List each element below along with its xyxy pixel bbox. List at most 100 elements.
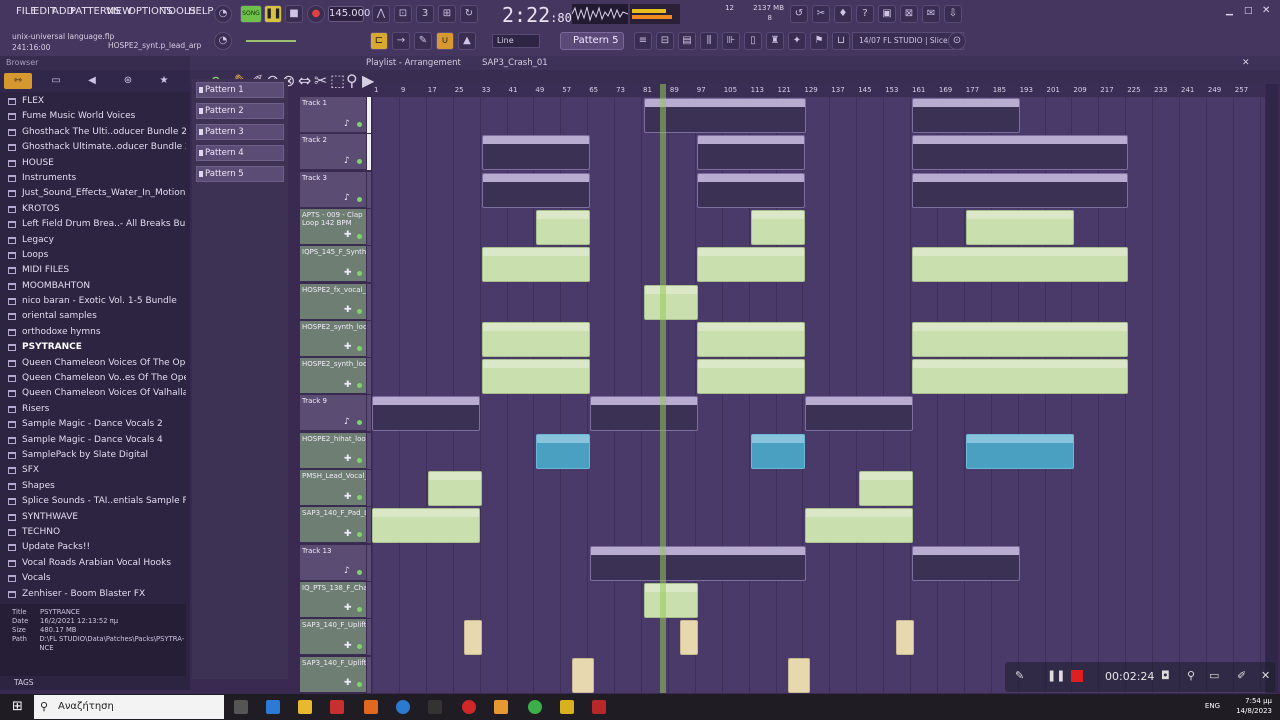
browser-online-tab[interactable]: ⊛ xyxy=(114,73,142,89)
playlist-breadcrumb[interactable]: SAP3_Crash_01 xyxy=(482,56,548,70)
track-mute-led[interactable] xyxy=(357,383,362,389)
chat-icon[interactable]: ✉ xyxy=(922,5,940,23)
track-header[interactable]: Track 1 ♪ xyxy=(300,97,366,133)
track-header[interactable]: HOSPE2_fx_vocal_loop_146_F_focus ✚ xyxy=(300,283,366,320)
pause-icon[interactable]: ❚❚ xyxy=(264,5,282,23)
close-icon[interactable]: ✕ xyxy=(1262,5,1270,16)
browser-item[interactable]: oriental samples xyxy=(0,309,186,324)
paint-icon[interactable]: ▲ xyxy=(458,32,476,50)
comment-icon[interactable]: ▭ xyxy=(1209,669,1219,682)
playlist-clip[interactable] xyxy=(644,582,698,618)
track-mute-led[interactable] xyxy=(357,345,362,351)
track-mode-icon[interactable]: ✚ xyxy=(344,492,352,502)
browser-item[interactable]: Fume Music World Voices xyxy=(0,109,186,124)
wait-input-icon[interactable]: ⊡ xyxy=(394,5,412,23)
chrome-icon[interactable] xyxy=(528,700,542,714)
track-selector[interactable] xyxy=(367,208,371,245)
track-mode-icon[interactable]: ♪ xyxy=(344,119,350,129)
playlist-clip[interactable] xyxy=(697,135,805,171)
playlist-clip[interactable] xyxy=(912,247,1128,283)
track-mute-led[interactable] xyxy=(357,420,362,426)
browser-item[interactable]: Risers xyxy=(0,402,186,417)
track-header[interactable]: SAP3_140_F_Uplifter_06 ✚ xyxy=(300,619,366,656)
playlist-clip[interactable] xyxy=(428,471,482,506)
track-selector[interactable] xyxy=(367,283,371,320)
track-mute-led[interactable] xyxy=(357,681,362,687)
arrangement-grid[interactable] xyxy=(372,97,1265,693)
track-mute-led[interactable] xyxy=(357,532,362,538)
sliders-icon[interactable]: ⊪ xyxy=(722,32,740,50)
magnifier-icon[interactable]: ⚲ xyxy=(1187,669,1195,682)
track-header[interactable]: IQ_PTS_138_F_Chant_Loop_03_(Wet) ✚ xyxy=(300,581,366,618)
magnet-icon[interactable]: ∪ xyxy=(436,32,454,50)
browser-all-tab[interactable]: ⇿ xyxy=(4,73,32,89)
download-icon[interactable]: ⇩ xyxy=(944,5,962,23)
browser-files-tab[interactable]: ▭ xyxy=(42,73,70,89)
playlist-clip[interactable] xyxy=(644,98,806,133)
browser-item[interactable]: SFX xyxy=(0,463,186,478)
playlist-clip[interactable] xyxy=(966,209,1074,245)
plugin-icon[interactable]: ♜ xyxy=(766,32,784,50)
track-header[interactable]: SAP3_140_F_Pad_Loop_15 ✚ xyxy=(300,507,366,544)
browser-item[interactable]: Update Packs!! xyxy=(0,540,186,555)
browser-item[interactable]: SamplePack by Slate Digital xyxy=(0,448,186,463)
browser-item[interactable]: PSYTRANCE xyxy=(0,340,186,355)
browser-item[interactable]: HOUSE xyxy=(0,156,186,171)
stop-icon[interactable]: ■ xyxy=(285,5,303,23)
track-selector[interactable] xyxy=(367,656,371,693)
fl-studio-taskbar-icon[interactable] xyxy=(494,700,508,714)
playlist-clip[interactable] xyxy=(751,209,805,245)
song-mode-button[interactable]: SONG xyxy=(240,5,262,23)
browser-item[interactable]: Left Field Drum Brea..- All Breaks Bundl… xyxy=(0,217,186,232)
playlist-clip[interactable] xyxy=(482,321,590,357)
language-indicator[interactable]: ENG xyxy=(1205,702,1220,710)
playlist-clip[interactable] xyxy=(482,247,590,283)
track-selector[interactable] xyxy=(367,320,371,357)
countdown-icon[interactable]: 3 xyxy=(416,5,434,23)
playlist-icon[interactable]: ≡ xyxy=(634,32,652,50)
track-header[interactable]: HOSPE2_synth_loop_138_F_buzzy_a.. ✚ xyxy=(300,320,366,357)
track-mute-led[interactable] xyxy=(357,308,362,314)
track-mute-led[interactable] xyxy=(357,122,362,127)
track-selector[interactable] xyxy=(367,581,371,618)
track-header[interactable]: APTS - 009 - Clap Loop 142 BPM ✚ xyxy=(300,208,366,245)
channel-rack-icon[interactable]: ⊟ xyxy=(656,32,674,50)
fl-icon-2[interactable] xyxy=(560,700,574,714)
track-mute-led[interactable] xyxy=(357,495,362,500)
browser-item[interactable]: Ghosthack Ultimate..oducer Bundle 2022 xyxy=(0,140,186,155)
timeline-ruler[interactable]: 1 9 17 25 33 41 49 57 65 73 81 89 97 105 113 121 129 137 1… xyxy=(372,84,1265,97)
playlist-clip[interactable] xyxy=(464,620,482,656)
browser-favorites-tab[interactable]: ★ xyxy=(150,73,178,89)
track-mode-icon[interactable]: ✚ xyxy=(344,343,352,352)
playlist-clip[interactable] xyxy=(536,209,590,245)
track-header[interactable]: Track 2 ♪ xyxy=(300,134,366,171)
app-icon-2[interactable] xyxy=(364,700,378,714)
browser-item[interactable]: Splice Sounds - TAI..entials Sample Pack xyxy=(0,494,186,509)
track-mode-icon[interactable]: ✚ xyxy=(344,530,352,539)
playlist-clip[interactable] xyxy=(859,471,913,506)
track-selector[interactable] xyxy=(367,432,371,469)
mixer-icon[interactable]: ⫼ xyxy=(700,32,718,50)
track-mute-led[interactable] xyxy=(357,644,362,650)
taskbar-search[interactable]: ⚲ Αναζήτηση xyxy=(34,695,224,719)
app-icon-3[interactable] xyxy=(396,700,410,714)
track-header[interactable]: Track 3 ♪ xyxy=(300,171,366,208)
playlist-clip[interactable] xyxy=(680,620,698,656)
online-icon[interactable]: ⊙ xyxy=(948,32,966,50)
browser-item[interactable]: Queen Chameleon Vo..es Of The Opera II xyxy=(0,371,186,386)
app-icon-1[interactable] xyxy=(330,700,344,714)
track-mode-icon[interactable]: ✚ xyxy=(344,679,352,688)
track-mute-led[interactable] xyxy=(357,569,362,575)
vertical-scrollbar[interactable] xyxy=(1266,84,1278,693)
app-icon-6[interactable] xyxy=(592,700,606,714)
master-pitch-icon[interactable]: ◔ xyxy=(214,5,232,23)
file-icon[interactable]: ▯ xyxy=(744,32,762,50)
track-mode-icon[interactable]: ♪ xyxy=(344,157,350,166)
menu-help[interactable]: HELP xyxy=(188,6,213,17)
browser-item[interactable]: nico baran - Exotic Vol. 1-5 Bundle xyxy=(0,294,186,309)
playlist-clip[interactable] xyxy=(912,98,1020,133)
track-selector[interactable] xyxy=(367,470,371,506)
track-header[interactable]: HOSPE2_synth_loop_138_F_champ_l.. ✚ xyxy=(300,358,366,395)
playlist-clip[interactable] xyxy=(482,172,590,208)
app-icon-4[interactable] xyxy=(428,700,442,714)
